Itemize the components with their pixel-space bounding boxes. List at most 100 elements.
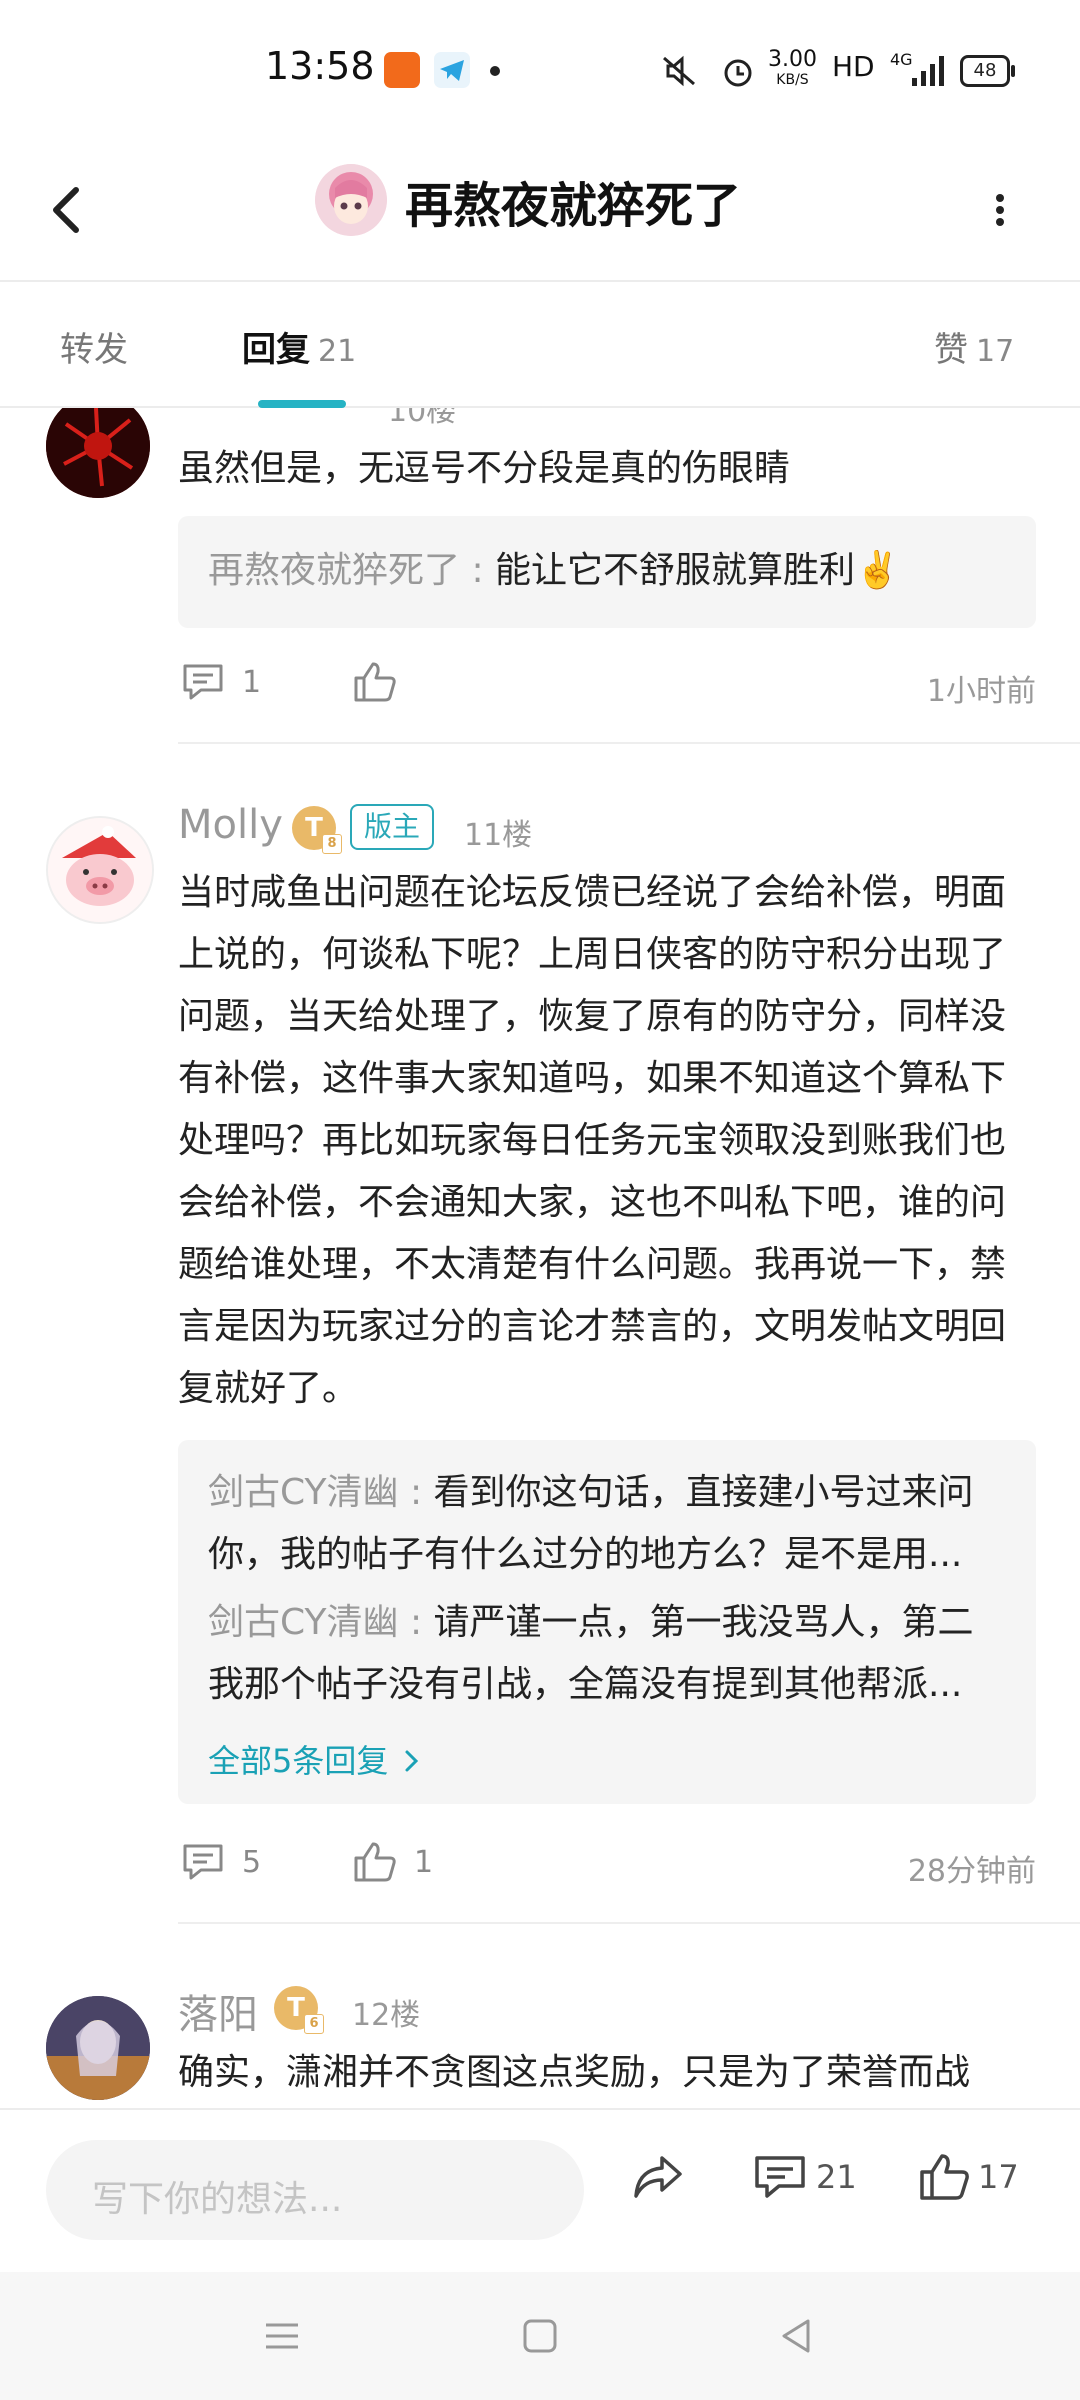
tab-reply[interactable]: 回复 21 [242,322,356,371]
back-button[interactable] [40,170,110,250]
mute-icon [663,55,695,87]
commenter-name[interactable]: 落阳 [178,1982,258,2040]
reply-separator: : [460,550,496,591]
more-notifications-dot [490,66,500,76]
like-count: 17 [978,2158,1019,2196]
share-button[interactable] [630,2152,694,2202]
reply-author[interactable]: 剑古CY清幽 [208,1602,399,1643]
reply-action[interactable]: 5 [180,1840,261,1884]
status-bar: 13:58 3.00 KB/S HD 4G 48 [0,0,1080,140]
reply-preview-box[interactable]: 再熬夜就猝死了 : 能让它不舒服就算胜利✌️ [178,516,1036,628]
chevron-right-icon [405,1750,418,1772]
reply-count: 5 [242,1844,262,1880]
commenter-avatar-molly[interactable] [46,816,154,924]
commenter-name[interactable]: Molly [178,802,283,848]
hd-indicator: HD [832,50,875,83]
system-nav-bar [0,2272,1080,2400]
red-flower-avatar-icon [46,408,150,498]
tab-forward-label: 转发 [60,330,128,370]
net-speed: 3.00 KB/S [768,47,817,90]
reply-text: 能让它不舒服就算胜利✌️ [495,550,900,591]
reply-line-continued: 我那个帖子没有引战，全篇没有提到其他帮派... [208,1664,963,1705]
tab-like[interactable]: 赞 17 [934,322,1014,371]
thumbs-up-icon [920,2154,969,2200]
commenter-avatar[interactable] [46,408,150,498]
more-options-button[interactable] [980,180,1020,240]
more-vertical-icon [996,194,1004,226]
comments-count: 21 [816,2158,857,2196]
telegram-icon [434,52,470,88]
reply-preview-box[interactable]: 剑古CY清幽 : 看到你这句话，直接建小号过来问 你，我的帖子有什么过分的地方么… [178,1440,1036,1804]
view-all-replies-label: 全部5条回复 [208,1742,389,1780]
like-button[interactable]: 17 [918,2152,1019,2202]
timestamp: 28分钟前 [907,1854,1036,1889]
game-character-avatar-icon [46,1996,150,2100]
commenter-avatar-luoyang[interactable] [46,1996,150,2100]
view-all-replies-link[interactable]: 全部5条回复 [208,1736,423,1782]
floor-number: 10楼 [388,408,457,429]
like-action[interactable] [352,660,414,704]
pig-avatar-icon [48,818,152,922]
comment-text: 确实，潇湘并不贪图这点奖励，只是为了荣誉而战 [178,2052,971,2093]
net-speed-unit: KB/S [776,72,809,88]
reply-action[interactable]: 1 [180,660,261,704]
reply-count: 1 [242,664,262,700]
menu-icon[interactable] [262,2316,302,2356]
comment-input[interactable]: 写下你的想法... [46,2140,584,2240]
tab-like-count: 17 [976,334,1015,369]
moderator-badge: 版主 [350,804,435,850]
comments-button[interactable]: 21 [752,2152,857,2202]
level-number: 6 [304,2014,324,2034]
author-avatar[interactable] [315,164,387,236]
reply-line: 剑古CY清幽 : 看到你这句话，直接建小号过来问 [208,1462,1008,1524]
thumbs-up-icon [354,662,396,702]
battery-indicator: 48 [960,55,1015,87]
reply-line-continued: 你，我的帖子有什么过分的地方么？是不是用... [208,1534,963,1575]
home-icon[interactable] [520,2316,560,2356]
floor-number: 12楼 [352,1998,421,2033]
reply-text: 请严谨一点，第一我没骂人，第二 [433,1602,974,1643]
tab-reply-count: 21 [318,334,357,369]
share-icon [634,2156,682,2198]
top-app-bar: 再熬夜就猝死了 [0,140,1080,282]
tab-reply-label: 回复 [242,330,310,370]
comment-input-placeholder: 写下你的想法... [92,2179,343,2220]
active-tab-indicator [258,400,346,408]
reply-separator: : [398,1472,434,1513]
tab-like-label: 赞 [934,330,968,370]
level-badge: T6 [274,1986,324,2034]
like-action[interactable]: 1 [352,1840,433,1884]
clock: 13:58 [265,44,375,88]
reply-text: 看到你这句话，直接建小号过来问 [433,1472,974,1513]
page-title: 再熬夜就猝死了 [405,178,742,234]
divider [178,1922,1080,1924]
tab-forward[interactable]: 转发 [60,322,128,371]
reply-line: 再熬夜就猝死了 : 能让它不舒服就算胜利✌️ [208,540,1008,602]
thumbs-up-icon [354,1842,396,1882]
floor-number: 11楼 [464,818,533,853]
app-notification-icon [384,52,420,88]
reply-line: 剑古CY清幽 : 请严谨一点，第一我没骂人，第二 [208,1592,1008,1654]
reply-author[interactable]: 再熬夜就猝死了 [208,550,460,591]
net-speed-value: 3.00 [768,47,817,72]
reply-separator: : [398,1602,434,1643]
comment-feed[interactable]: 10楼 虽然但是，无逗号不分段是真的伤眼睛 再熬夜就猝死了 : 能让它不舒服就算… [0,408,1080,2108]
comment-text: 当时咸鱼出问题在论坛反馈已经说了会给补偿，明面上说的，何谈私下呢？上周日侠客的防… [178,872,1007,1409]
bottom-action-bar: 写下你的想法... 21 17 [0,2108,1080,2274]
reply-author[interactable]: 剑古CY清幽 [208,1472,399,1513]
anime-avatar-icon [315,164,387,236]
comment-icon [183,664,223,700]
comment-icon [755,2156,805,2198]
level-badge: T8 [292,806,342,854]
comment-text: 虽然但是，无逗号不分段是真的伤眼睛 [178,448,791,489]
level-number: 8 [322,834,342,854]
alarm-icon [724,59,752,87]
divider [178,742,1080,744]
back-triangle-icon[interactable] [776,2316,816,2356]
chevron-left-icon [53,187,79,233]
signal-icon [912,56,944,86]
tab-bar: 转发 回复 21 赞 17 [0,282,1080,408]
like-count: 1 [414,1844,434,1880]
timestamp: 1小时前 [926,674,1036,709]
comment-icon [183,1844,223,1880]
